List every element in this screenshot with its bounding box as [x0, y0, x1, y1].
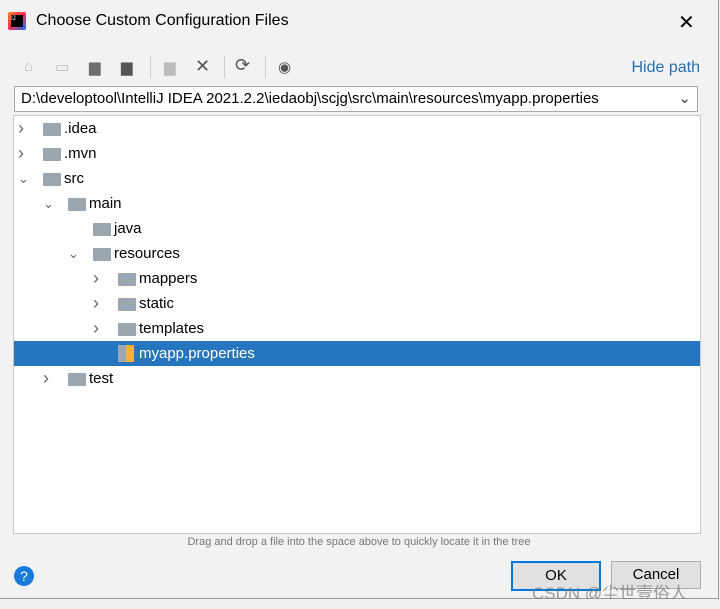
path-input[interactable]: D:\developtool\IntelliJ IDEA 2021.2.2\ie… [21, 90, 599, 107]
chevron-right-icon[interactable]: › [18, 116, 28, 141]
tree-node[interactable]: › .idea [14, 116, 700, 141]
tree-node[interactable]: › .mvn [14, 141, 700, 166]
help-button[interactable]: ? [14, 566, 34, 586]
chevron-right-icon[interactable]: › [93, 291, 103, 316]
tree-node-label: java [114, 220, 142, 237]
folder-icon [118, 298, 136, 311]
project-folder-icon[interactable]: ▆ [89, 58, 101, 76]
path-combobox[interactable]: D:\developtool\IntelliJ IDEA 2021.2.2\ie… [14, 86, 698, 112]
chevron-down-icon[interactable]: ⌄ [678, 87, 691, 111]
toolbar-separator [150, 56, 151, 78]
chevron-down-icon[interactable]: ⌄ [18, 166, 29, 191]
tree-node-label: .mvn [64, 145, 97, 162]
toolbar-separator [265, 56, 266, 78]
tree-node-label: src [64, 170, 84, 187]
folder-icon [68, 373, 86, 386]
file-tree[interactable]: › .idea › .mvn ⌄ src ⌄ main java ⌄ resources › mappe… [13, 115, 701, 534]
folder-icon [43, 123, 61, 136]
drag-drop-hint: Drag and drop a file into the space abov… [187, 536, 531, 548]
folder-icon [93, 248, 111, 261]
dialog-title: Choose Custom Configuration Files [36, 12, 289, 29]
chevron-right-icon[interactable]: › [93, 266, 103, 291]
background-window [0, 599, 720, 609]
close-icon[interactable]: ✕ [678, 10, 695, 35]
chevron-right-icon[interactable]: › [93, 316, 103, 341]
show-hidden-icon[interactable]: ◉ [278, 58, 291, 76]
chevron-right-icon[interactable]: › [43, 366, 53, 391]
desktop-icon[interactable]: ▭ [55, 58, 69, 76]
chevron-down-icon[interactable]: ⌄ [43, 191, 54, 216]
refresh-icon[interactable]: ⟳ [235, 55, 250, 76]
tree-node[interactable]: › templates [14, 316, 700, 341]
tree-node-label: test [89, 370, 114, 387]
new-folder-icon[interactable]: ▆ [164, 58, 176, 76]
tree-node-label: static [139, 295, 175, 312]
folder-icon [43, 173, 61, 186]
tree-node-label: myapp.properties [139, 345, 255, 362]
tree-node[interactable]: › static [14, 291, 700, 316]
chevron-down-icon[interactable]: ⌄ [68, 241, 79, 266]
folder-icon [68, 198, 86, 211]
tree-node[interactable]: java [14, 216, 700, 241]
tree-node[interactable]: ⌄ main [14, 191, 700, 216]
tree-node[interactable]: myapp.properties [14, 341, 700, 366]
tree-node-label: resources [114, 245, 180, 262]
properties-file-icon [118, 345, 134, 362]
tree-node[interactable]: ⌄ src [14, 166, 700, 191]
dialog: IJ Choose Custom Configuration Files ✕ ⌂… [0, 0, 719, 603]
intellij-logo-icon: IJ [8, 12, 26, 30]
folder-icon [118, 323, 136, 336]
tree-node-label: mappers [139, 270, 198, 287]
module-folder-icon[interactable]: ▆ [121, 58, 133, 76]
tree-node[interactable]: › mappers [14, 266, 700, 291]
tree-node-label: .idea [64, 120, 97, 137]
folder-icon [118, 273, 136, 286]
toolbar-separator [224, 56, 225, 78]
tree-node[interactable]: ⌄ resources [14, 241, 700, 266]
hide-path-link[interactable]: Hide path [632, 59, 701, 77]
tree-node-label: main [89, 195, 122, 212]
home-icon[interactable]: ⌂ [24, 58, 33, 75]
tree-node-label: templates [139, 320, 205, 337]
folder-icon [93, 223, 111, 236]
chevron-right-icon[interactable]: › [18, 141, 28, 166]
folder-icon [43, 148, 61, 161]
tree-node[interactable]: › test [14, 366, 700, 391]
delete-icon[interactable]: ✕ [195, 56, 210, 77]
